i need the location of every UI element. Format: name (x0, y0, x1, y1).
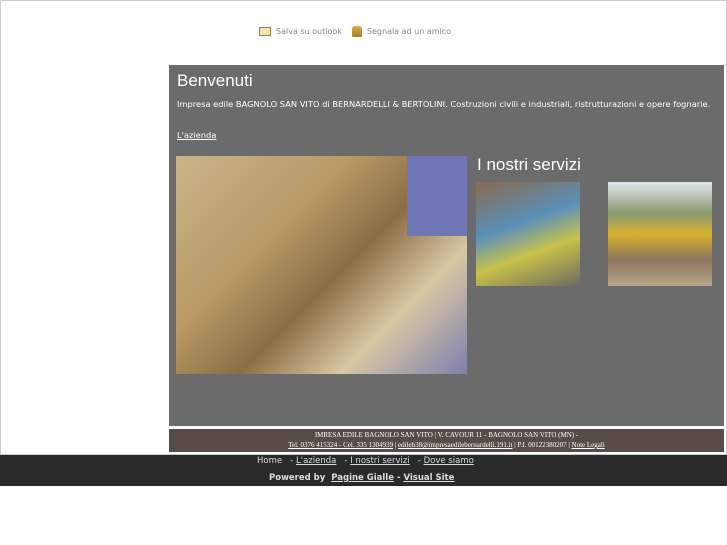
toolbar: Salva su outlook Segnala ad un amico (259, 26, 451, 37)
save-outlook-link[interactable]: Salva su outlook (259, 27, 342, 36)
intro-text: Impresa edile BAGNOLO SAN VITO di BERNAR… (177, 99, 711, 109)
powered-label: Powered by (269, 473, 329, 483)
visual-site-link[interactable]: Visual Site (403, 473, 454, 483)
email-link[interactable]: edileb38@impresaedilebernardelli.191.it (398, 441, 513, 449)
nav-azienda[interactable]: L'azienda (296, 456, 336, 466)
tell-friend-link[interactable]: Segnala ad un amico (351, 26, 452, 37)
person-icon (351, 26, 362, 37)
powered-by: Powered by Pagine Gialle - Visual Site (269, 473, 454, 483)
bottom-nav: Home - L'azienda - I nostri servizi - Do… (257, 456, 474, 466)
separator: - (287, 456, 296, 466)
service-photo-excavator[interactable] (608, 182, 712, 286)
save-outlook-label: Salva su outlook (276, 27, 342, 36)
outlook-card-icon (259, 27, 271, 36)
nav-home[interactable]: Home (257, 456, 282, 466)
separator: - (415, 456, 424, 466)
construction-photo (176, 156, 467, 374)
phones-link[interactable]: Tel. 0376 415324 - Cel. 335 1304939 (288, 441, 393, 449)
tell-friend-label: Segnala ad un amico (366, 27, 452, 36)
separator: - (341, 456, 351, 466)
service-photo-concrete-mixer[interactable] (476, 182, 580, 286)
pagine-gialle-link[interactable]: Pagine Gialle (331, 473, 394, 483)
footer-address: IMRESA EDILE BAGNOLO SAN VITO | V. CAVOU… (314, 431, 579, 439)
bottom-bar: Home - L'azienda - I nostri servizi - Do… (0, 455, 727, 486)
azienda-link[interactable]: L'azienda (177, 130, 216, 140)
company-footer: IMRESA EDILE BAGNOLO SAN VITO | V. CAVOU… (169, 429, 724, 452)
vat-number: | P.I. 00122380207 | (512, 441, 572, 449)
nav-dove-siamo[interactable]: Dove siamo (424, 456, 474, 466)
nav-servizi[interactable]: I nostri servizi (350, 456, 409, 466)
page: Salva su outlook Segnala ad un amico Ben… (0, 0, 727, 455)
services-title: I nostri servizi (477, 155, 581, 174)
main-panel: Benvenuti Impresa edile BAGNOLO SAN VITO… (169, 65, 724, 426)
legal-notes-link[interactable]: Note Legali (572, 441, 605, 449)
page-title: Benvenuti (177, 71, 253, 90)
